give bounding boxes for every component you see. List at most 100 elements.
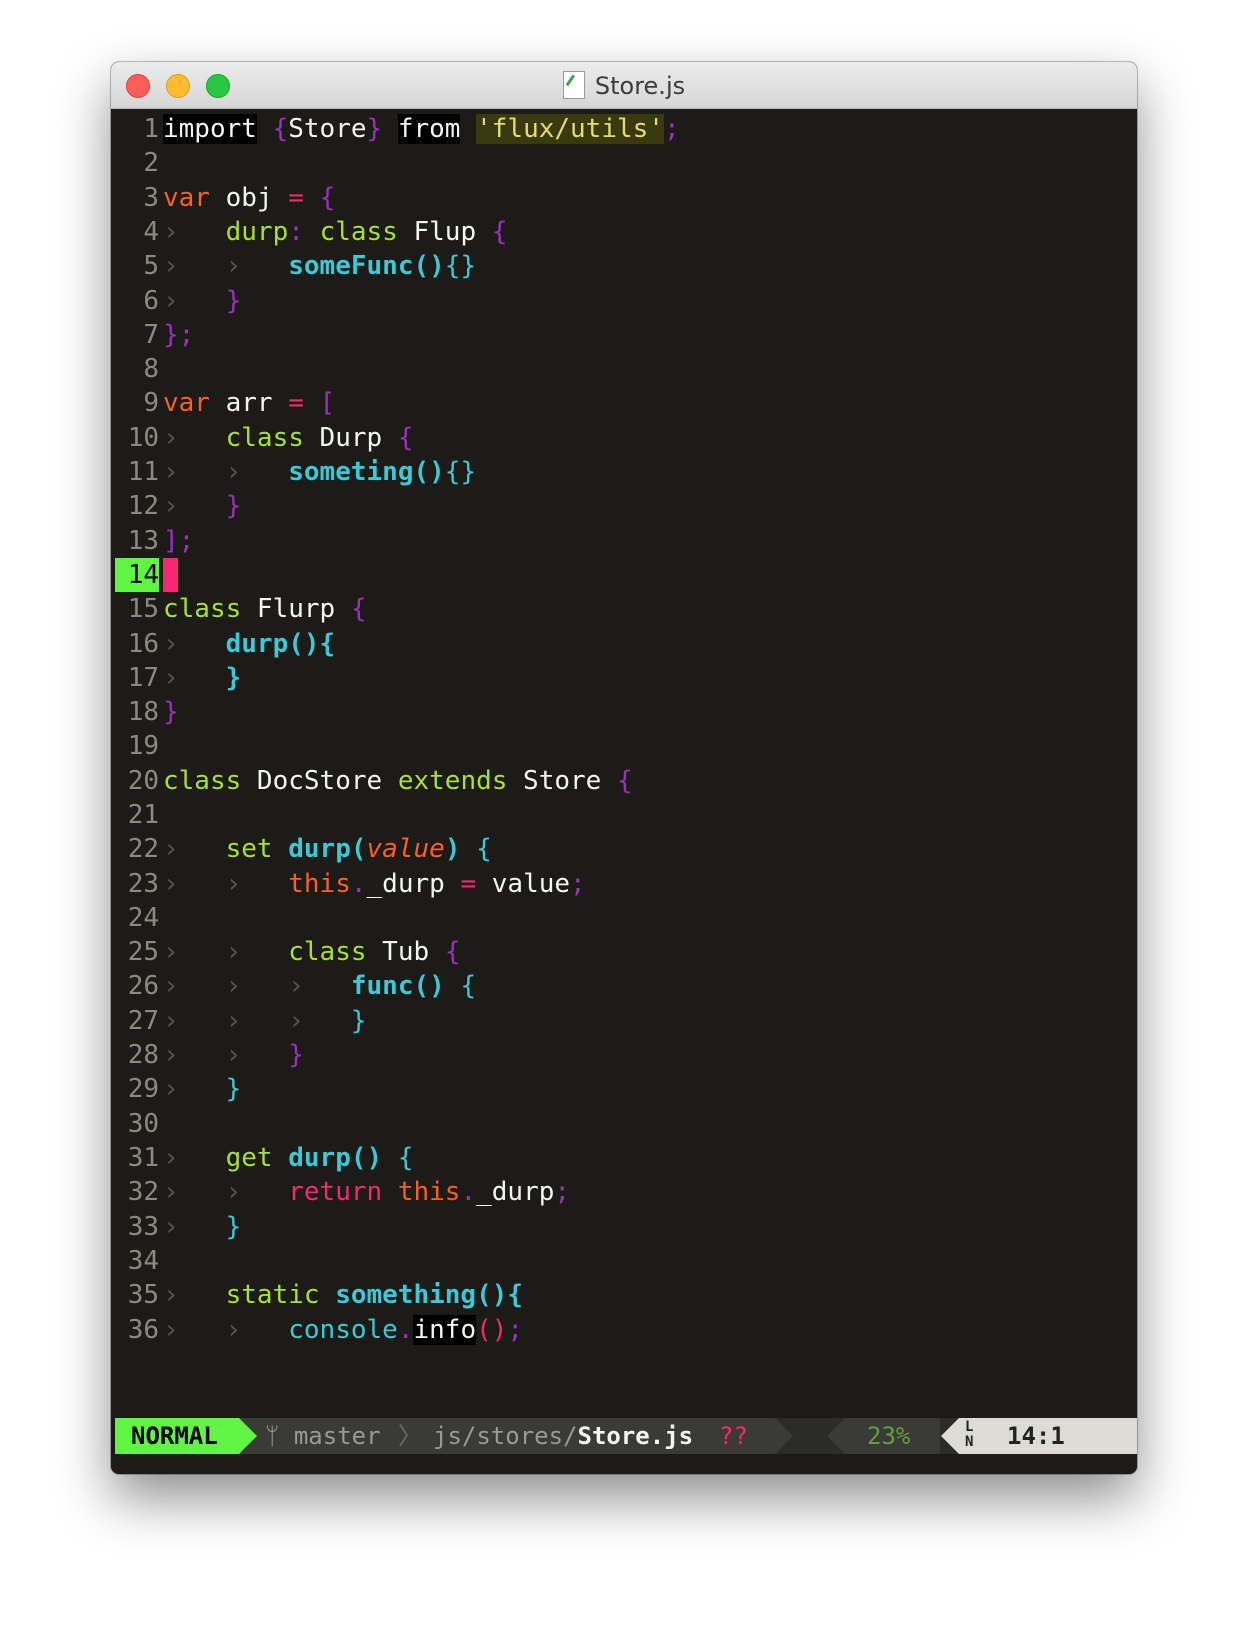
code-token: () [350, 1143, 383, 1173]
code-line[interactable]: 13]; [115, 524, 1137, 558]
line-code: } [163, 695, 179, 729]
code-line[interactable]: 18} [115, 695, 1137, 729]
code-token: › [288, 1006, 320, 1036]
branch-icon: ᛘ [265, 1422, 280, 1450]
code-token: durp [225, 217, 289, 247]
code-line[interactable]: 28 › › } [115, 1038, 1137, 1072]
code-line[interactable]: 26 › › › func() { [115, 969, 1137, 1003]
code-token: value [366, 834, 445, 864]
code-line[interactable]: 4 › durp: class Flup { [115, 215, 1137, 249]
code-line[interactable]: 24 [115, 901, 1137, 935]
code-line[interactable]: 33 › } [115, 1210, 1137, 1244]
code-token: () [413, 971, 445, 1001]
line-number: 35 [127, 1280, 159, 1310]
code-line[interactable]: 27 › › › } [115, 1004, 1137, 1038]
line-number: 10 [127, 423, 159, 453]
code-token: () [413, 251, 445, 281]
code-line[interactable]: 15 class Flurp { [115, 592, 1137, 626]
line-code: › › someting(){} [163, 455, 476, 489]
line-code: › } [163, 489, 241, 523]
code-token: › [163, 1006, 195, 1036]
code-token: {} [444, 457, 477, 487]
code-line[interactable]: 1 import {Store} from 'flux/utils'; [115, 112, 1137, 146]
code-line[interactable]: 22 › set durp(value) { [115, 832, 1137, 866]
code-line[interactable]: 2 [115, 146, 1137, 180]
line-code: › › class Tub { [163, 935, 460, 969]
title-bar[interactable]: Store.js [111, 62, 1137, 109]
code-token: { [476, 834, 492, 864]
code-token: › [225, 251, 257, 281]
code-line[interactable]: 23 › › this._durp = value; [115, 867, 1137, 901]
code-token: arr [209, 388, 289, 418]
code-line[interactable]: 7}; [115, 318, 1137, 352]
code-line[interactable]: 30 [115, 1107, 1137, 1141]
line-number: 24 [127, 903, 159, 933]
code-token: › [163, 663, 195, 693]
code-line[interactable]: 25 › › class Tub { [115, 935, 1137, 969]
code-token: var [163, 388, 210, 418]
code-line[interactable]: 32 › › return this._durp; [115, 1175, 1137, 1209]
line-code: › set durp(value) { [163, 832, 492, 866]
code-line[interactable]: 6 › } [115, 284, 1137, 318]
code-token: something [335, 1280, 477, 1310]
line-code: var obj = { [163, 181, 335, 215]
terminal-window: Store.js 1 import {Store} from 'flux/util… [111, 62, 1137, 1474]
code-line[interactable]: 12 › } [115, 489, 1137, 523]
code-editor[interactable]: 1 import {Store} from 'flux/utils'; 2 3 var … [115, 112, 1137, 1462]
code-token: someting [288, 457, 414, 487]
code-token: (){ [476, 1280, 524, 1310]
line-code: ]; [163, 524, 194, 558]
line-number: 28 [127, 1040, 159, 1070]
code-line[interactable]: 16 › durp(){ [115, 627, 1137, 661]
code-token: › [163, 217, 195, 247]
code-token: . [350, 869, 367, 899]
line-code: import {Store} from 'flux/utils'; [163, 112, 680, 146]
code-token: › [163, 629, 195, 659]
code-line[interactable]: 31 › get durp() { [115, 1141, 1137, 1175]
code-line[interactable]: 17 › } [115, 661, 1137, 695]
code-line[interactable]: 20 class DocStore extends Store { [115, 764, 1137, 798]
code-line[interactable]: 35 › static something(){ [115, 1278, 1137, 1312]
code-token: = [288, 183, 304, 213]
line-code: › } [163, 284, 241, 318]
code-token: Tub [366, 937, 445, 967]
code-line[interactable]: 34 [115, 1244, 1137, 1278]
code-token: durp [225, 629, 289, 659]
middle-separator [775, 1418, 793, 1454]
line-number: 26 [127, 971, 159, 1001]
code-token: this [288, 869, 351, 899]
code-line[interactable]: 10 › class Durp { [115, 421, 1137, 455]
code-line[interactable]: 3 var obj = { [115, 181, 1137, 215]
code-token: › [288, 971, 320, 1001]
code-token: › [163, 491, 195, 521]
code-token: { [444, 937, 461, 967]
code-line[interactable]: 8 [115, 352, 1137, 386]
line-number: 21 [127, 800, 159, 830]
percent-separator [827, 1418, 845, 1454]
line-code: › › return this._durp; [163, 1175, 570, 1209]
code-line[interactable]: 21 [115, 798, 1137, 832]
code-line[interactable]: 19 [115, 729, 1137, 763]
line-number: 13 [127, 526, 159, 556]
code-line[interactable]: 9 var arr = [ [115, 386, 1137, 420]
code-token: › [163, 834, 195, 864]
code-line[interactable]: 5 › › someFunc(){} [115, 249, 1137, 283]
code-line[interactable]: 36 › › console.info(); [115, 1313, 1137, 1347]
line-number: 5 [143, 251, 159, 281]
code-line[interactable]: 29 › } [115, 1072, 1137, 1106]
line-code: }; [163, 318, 194, 352]
code-line[interactable]: 11 › › someting(){} [115, 455, 1137, 489]
code-line[interactable]: 14 [115, 558, 1137, 592]
line-number: 17 [127, 663, 159, 693]
line-code: › } [163, 661, 241, 695]
file-path-dir: js/stores/ [433, 1422, 578, 1450]
